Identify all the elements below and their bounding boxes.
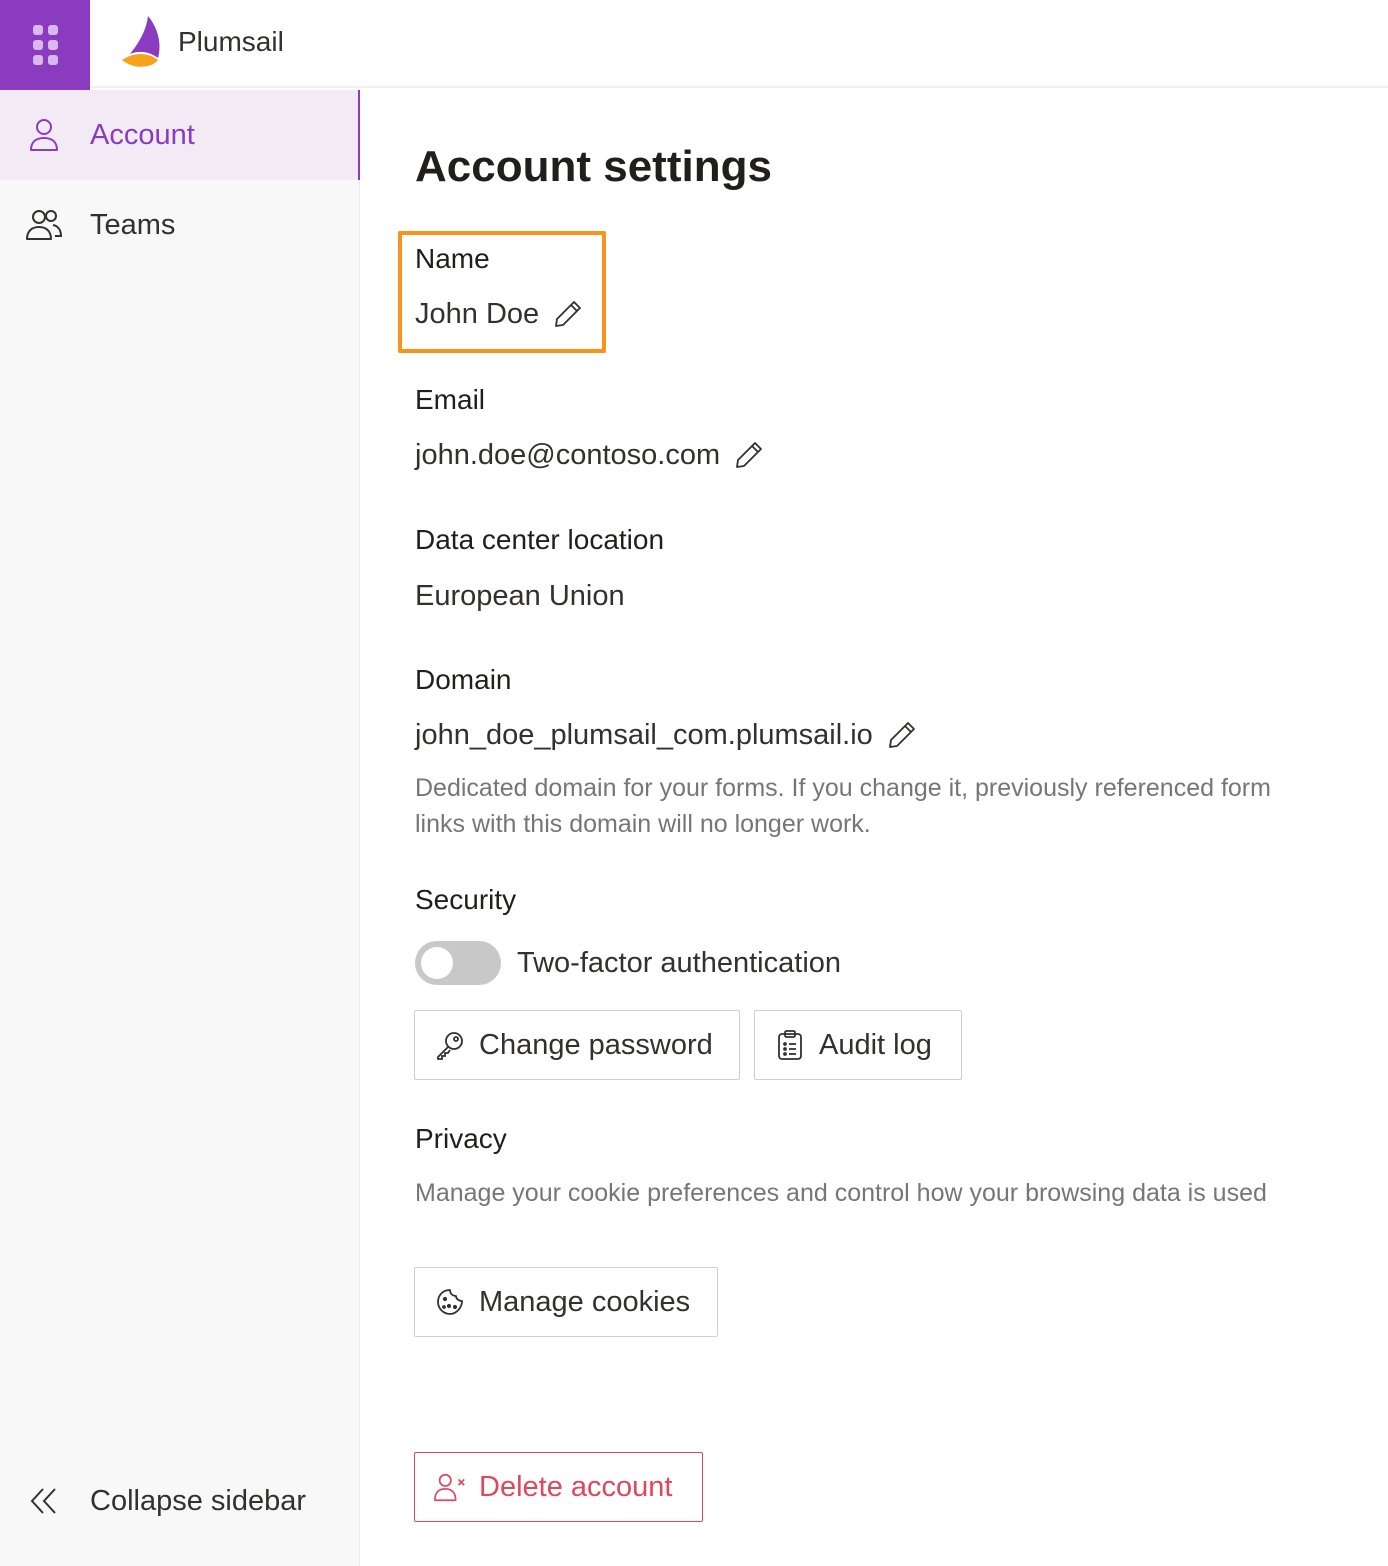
app-launcher-icon[interactable]	[0, 0, 90, 90]
double-chevron-left-icon	[24, 1481, 64, 1521]
toggle-knob	[421, 947, 453, 979]
data-center-label: Data center location	[415, 524, 665, 555]
email-label: Email	[415, 384, 486, 415]
domain-value: john_doe_plumsail_com.plumsail.io	[415, 718, 873, 751]
sidebar-item-label: Teams	[90, 208, 176, 241]
edit-email-pencil-icon[interactable]	[732, 438, 766, 472]
name-row: John Doe	[415, 297, 585, 331]
edit-name-pencil-icon[interactable]	[551, 297, 585, 331]
change-password-button[interactable]: Change password	[414, 1010, 740, 1080]
manage-cookies-button[interactable]: Manage cookies	[414, 1267, 718, 1337]
two-factor-label: Two-factor authentication	[517, 946, 842, 979]
people-icon	[24, 205, 64, 245]
privacy-label: Privacy	[415, 1123, 507, 1154]
audit-log-button[interactable]: Audit log	[754, 1010, 962, 1080]
person-remove-icon	[433, 1470, 467, 1504]
two-factor-row: Two-factor authentication	[415, 941, 841, 985]
domain-row: john_doe_plumsail_com.plumsail.io	[415, 718, 919, 752]
brand-name[interactable]: Plumsail	[178, 26, 284, 58]
plumsail-logo-icon[interactable]	[118, 14, 164, 70]
sidebar-item-account[interactable]: Account	[0, 90, 360, 180]
domain-label: Domain	[415, 664, 512, 695]
edit-domain-pencil-icon[interactable]	[885, 718, 919, 752]
person-icon	[24, 115, 64, 155]
change-password-label: Change password	[479, 1028, 713, 1061]
delete-account-label: Delete account	[479, 1470, 673, 1503]
email-row: john.doe@contoso.com	[415, 438, 766, 472]
collapse-sidebar-button[interactable]: Collapse sidebar	[0, 1456, 360, 1546]
data-center-value: European Union	[415, 580, 625, 612]
two-factor-toggle[interactable]	[415, 941, 501, 985]
key-icon	[433, 1028, 467, 1062]
audit-log-label: Audit log	[819, 1028, 932, 1061]
delete-account-button[interactable]: Delete account	[414, 1452, 703, 1522]
sidebar-item-label: Account	[90, 118, 195, 151]
clipboard-list-icon	[773, 1028, 807, 1062]
cookie-icon	[433, 1285, 467, 1319]
email-value: john.doe@contoso.com	[415, 438, 721, 471]
top-bar: Plumsail	[0, 0, 1388, 90]
page-title: Account settings	[415, 142, 772, 191]
name-label: Name	[415, 243, 490, 274]
data-center-row: European Union	[415, 580, 625, 613]
collapse-sidebar-label: Collapse sidebar	[90, 1484, 307, 1517]
domain-help-text: Dedicated domain for your forms. If you …	[415, 774, 1271, 838]
security-label: Security	[415, 884, 517, 915]
manage-cookies-label: Manage cookies	[479, 1285, 691, 1318]
name-value: John Doe	[415, 297, 540, 330]
sidebar: Account Teams Collapse sidebar	[0, 90, 360, 1566]
privacy-help-text: Manage your cookie preferences and contr…	[415, 1179, 1267, 1207]
sidebar-item-teams[interactable]: Teams	[0, 180, 360, 270]
